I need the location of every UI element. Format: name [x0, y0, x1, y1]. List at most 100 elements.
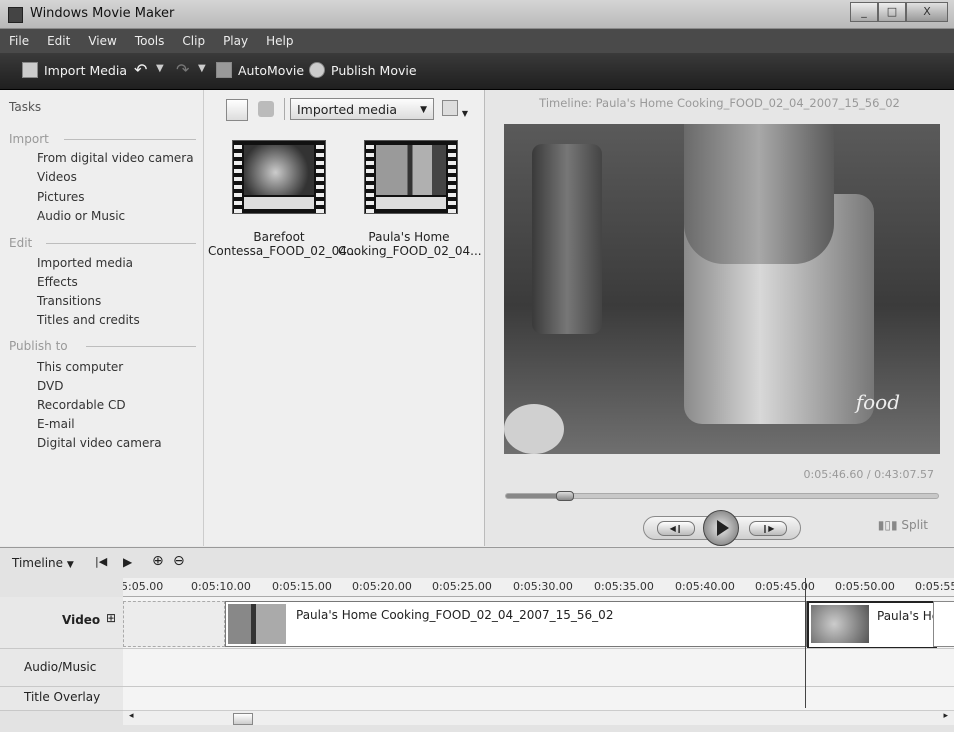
title-overlay-track-header[interactable]: Title Overlay — [0, 687, 123, 711]
scroll-left-icon[interactable]: ◂ — [129, 711, 134, 721]
ruler-tick: 0:05:25.00 — [432, 580, 492, 593]
play-icon: ▶ — [123, 555, 133, 569]
expand-icon[interactable]: ⊞ — [106, 611, 116, 625]
watermark: food — [855, 390, 900, 414]
video-track-header[interactable]: Video ⊞ — [0, 597, 123, 649]
media-item[interactable]: Paula's Home Cooking_FOOD_02_04... — [338, 138, 482, 258]
scrollbar-thumb[interactable] — [233, 713, 253, 725]
clip-label: Paula's Home Cooking_FOOD_02_04_2007_15_… — [296, 608, 614, 622]
rewind-button[interactable]: |◀ — [95, 555, 107, 568]
media-label-line2: Cooking_FOOD_02_04... — [338, 244, 482, 258]
zoom-out-button[interactable]: ⊖ — [173, 553, 185, 569]
redo-dropdown[interactable]: ▼ — [198, 63, 206, 74]
chevron-down-icon: ▼ — [66, 560, 74, 570]
timeline-menu[interactable]: Timeline ▼ — [12, 556, 74, 570]
playhead[interactable] — [805, 578, 806, 708]
seek-handle[interactable] — [555, 491, 574, 501]
zoom-in-button[interactable]: ⊕ — [152, 553, 164, 569]
title-overlay-track[interactable] — [123, 687, 954, 711]
media-label-line1: Barefoot — [253, 230, 305, 244]
task-titles-and-credits[interactable]: Titles and credits — [37, 313, 140, 327]
scroll-right-icon[interactable]: ▸ — [943, 711, 948, 721]
playback-controls: ◀❙ ❙▶ — [643, 510, 801, 546]
timeline-ruler[interactable]: 5:05.00 0:05:10.00 0:05:15.00 0:05:20.00… — [123, 578, 954, 597]
menu-bar: File Edit View Tools Clip Play Help — [0, 29, 954, 53]
maximize-button[interactable]: □ — [878, 2, 906, 22]
toolbar: Import Media ↶ ▼ ↷ ▼ AutoMovie Publish M… — [0, 53, 954, 90]
import-media-button[interactable]: Import Media — [22, 62, 127, 78]
publish-movie-button[interactable]: Publish Movie — [309, 62, 417, 78]
ruler-tick: 0:05:30.00 — [513, 580, 573, 593]
preview-pane: Timeline: Paula's Home Cooking_FOOD_02_0… — [485, 90, 954, 546]
task-dvd[interactable]: DVD — [37, 379, 63, 393]
menu-tools[interactable]: Tools — [126, 29, 174, 53]
timeline-label: Timeline — [12, 556, 64, 570]
audio-track-header[interactable]: Audio/Music — [0, 649, 123, 687]
task-recordable-cd[interactable]: Recordable CD — [37, 398, 126, 412]
chevron-down-icon: ▼ — [198, 63, 206, 74]
ruler-tick: 0:05:50.00 — [835, 580, 895, 593]
import-media-label: Import Media — [44, 62, 128, 78]
task-videos[interactable]: Videos — [37, 170, 77, 184]
play-button[interactable] — [703, 510, 739, 546]
rewind-icon: |◀ — [95, 555, 108, 568]
transition-marker[interactable] — [933, 601, 954, 647]
title-bar: Windows Movie Maker _ □ X — [0, 0, 954, 29]
previous-frame-button[interactable]: ◀❙ — [657, 521, 695, 536]
close-button[interactable]: X — [906, 2, 948, 22]
ruler-tick: 5:05.00 — [123, 580, 164, 593]
task-effects[interactable]: Effects — [37, 275, 78, 289]
menu-file[interactable]: File — [0, 29, 38, 53]
tasks-pane-toggle-button[interactable] — [226, 99, 248, 121]
zoom-in-icon: ⊕ — [152, 553, 164, 569]
collection-icon[interactable] — [258, 101, 274, 117]
section-publish-label: Publish to — [9, 339, 68, 353]
task-digital-video-camera[interactable]: Digital video camera — [37, 436, 162, 450]
automovie-button[interactable]: AutoMovie — [216, 62, 304, 78]
task-e-mail[interactable]: E-mail — [37, 417, 75, 431]
preview-monitor: food — [504, 124, 940, 454]
view-options-button[interactable]: ▼ — [442, 100, 468, 118]
section-divider — [64, 139, 196, 140]
section-import-label: Import — [9, 132, 49, 146]
video-track[interactable]: Paula's Home Cooking_FOOD_02_04_2007_15_… — [123, 597, 954, 649]
horizontal-scrollbar[interactable]: ◂ ▸ — [123, 710, 954, 725]
redo-button[interactable]: ↷ — [176, 60, 189, 79]
video-clip[interactable]: Paula's Home Cooking_FOOD_02_04_2007_15_… — [225, 601, 807, 647]
media-thumbnail — [232, 140, 326, 214]
play-timeline-button[interactable]: ▶ — [123, 555, 132, 569]
split-button[interactable]: ▮▯▮ Split — [878, 518, 928, 532]
menu-view[interactable]: View — [79, 29, 125, 53]
seek-bar[interactable] — [505, 491, 939, 501]
task-pictures[interactable]: Pictures — [37, 190, 85, 204]
time-display: 0:05:46.60 / 0:43:07.57 — [803, 468, 935, 481]
next-frame-button[interactable]: ❙▶ — [749, 521, 787, 536]
previous-clip[interactable] — [123, 601, 225, 647]
video-track-label: Video — [62, 613, 101, 627]
selected-video-clip[interactable]: Paula's Hc — [807, 601, 937, 648]
undo-button[interactable]: ↶ — [134, 60, 147, 79]
minimize-button[interactable]: _ — [850, 2, 878, 22]
app-icon — [8, 7, 23, 23]
menu-clip[interactable]: Clip — [173, 29, 214, 53]
media-label-line1: Paula's Home — [368, 230, 450, 244]
tasks-title: Tasks — [9, 100, 42, 114]
task-this-computer[interactable]: This computer — [37, 360, 123, 374]
task-transitions[interactable]: Transitions — [37, 294, 101, 308]
hand — [684, 124, 834, 264]
clip-thumbnail — [228, 604, 286, 644]
task-from-digital-video-camera[interactable]: From digital video camera — [37, 151, 194, 165]
chevron-down-icon: ▼ — [156, 63, 164, 74]
import-icon — [22, 62, 38, 78]
task-audio-or-music[interactable]: Audio or Music — [37, 209, 125, 223]
task-imported-media[interactable]: Imported media — [37, 256, 133, 270]
menu-play[interactable]: Play — [214, 29, 257, 53]
menu-help[interactable]: Help — [257, 29, 302, 53]
menu-edit[interactable]: Edit — [38, 29, 79, 53]
media-item[interactable]: Barefoot Contessa_FOOD_02_04... — [208, 138, 358, 258]
collection-select[interactable]: Imported media ▼ — [290, 98, 434, 120]
ruler-tick: 0:05:40.00 — [675, 580, 735, 593]
timeline-panel: Timeline ▼ |◀ ▶ ⊕ ⊖ 5:05.00 0:05:10.00 0… — [0, 547, 954, 732]
undo-dropdown[interactable]: ▼ — [156, 63, 164, 74]
audio-track[interactable] — [123, 649, 954, 687]
